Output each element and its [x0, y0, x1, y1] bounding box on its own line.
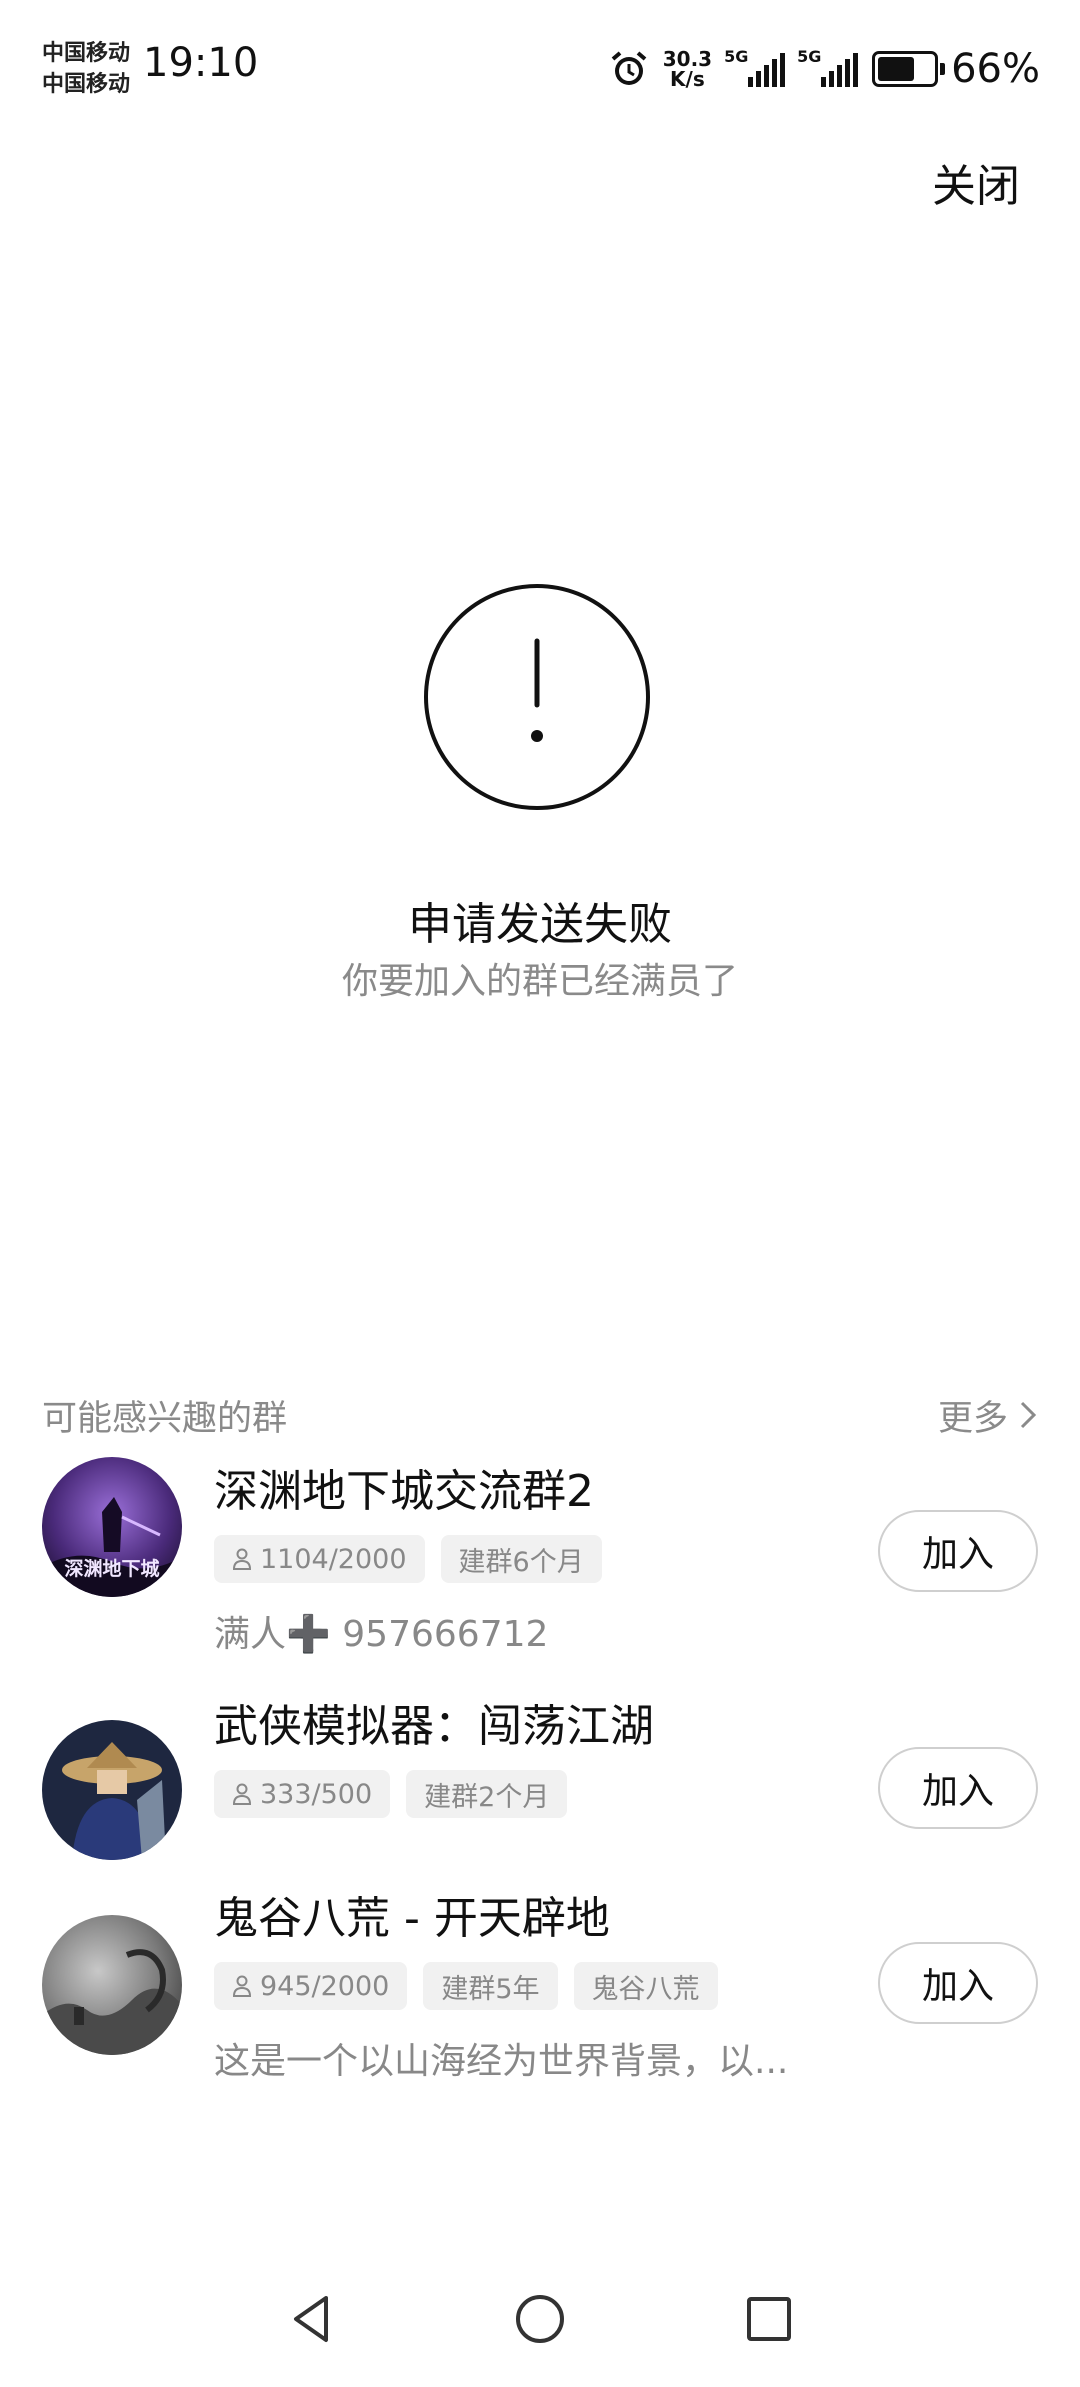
clock: 19:10: [143, 40, 259, 86]
group-item[interactable]: 武侠模拟器：闯荡江湖 333/500 建群2个月 加入: [0, 1690, 1080, 1860]
battery: 66%: [872, 46, 1040, 92]
net-speed-value: 30.3: [662, 47, 713, 71]
recommend-header: 可能感兴趣的群 更多: [42, 1385, 1038, 1445]
carrier-1: 中国移动: [42, 41, 131, 66]
group-avatar: [42, 1915, 182, 2055]
net-speed-unit: K/s: [670, 67, 705, 91]
member-count-tag: 945/2000: [214, 1962, 408, 2010]
group-age-tag: 建群2个月: [406, 1770, 568, 1818]
net-speed: 30.3 K/s: [663, 49, 712, 89]
group-category-tag: 鬼谷八荒: [573, 1962, 718, 2010]
member-count: 333/500: [260, 1778, 373, 1810]
status-bar: 中国移动 中国移动 19:10 30.3 K/s 5G 5G 66%: [0, 0, 1080, 140]
result-title: 申请发送失败: [408, 899, 672, 950]
section-title: 可能感兴趣的群: [42, 1398, 288, 1439]
group-tags: 945/2000 建群5年 鬼谷八荒: [214, 1962, 788, 2010]
group-description: 这是一个以山海经为世界背景，以...: [214, 2041, 789, 2082]
group-item[interactable]: 鬼谷八荒 - 开天辟地 945/2000 建群5年 鬼谷八荒 这是一个以山海经为…: [0, 1882, 1080, 2092]
group-age-tag: 建群5年: [423, 1962, 558, 2010]
recents-square-icon[interactable]: [734, 2284, 804, 2354]
person-icon: [232, 1975, 252, 1997]
group-info: 鬼谷八荒 - 开天辟地 945/2000 建群5年 鬼谷八荒 这是一个以山海经为…: [214, 1882, 788, 2084]
back-triangle-icon[interactable]: [276, 2284, 346, 2354]
join-button[interactable]: 加入: [878, 1942, 1038, 2024]
battery-percent: 66%: [951, 46, 1040, 92]
group-info: 武侠模拟器：闯荡江湖 333/500 建群2个月: [214, 1690, 654, 1818]
group-avatar: 深渊地下城: [42, 1457, 182, 1597]
group-tags: 1104/2000 建群6个月: [214, 1535, 602, 1583]
more-label: 更多: [937, 1398, 1008, 1439]
navigation-bar: [0, 2270, 1080, 2387]
member-count: 945/2000: [260, 1970, 390, 2002]
home-circle-icon[interactable]: [505, 2284, 575, 2354]
group-info: 深渊地下城交流群2 1104/2000 建群6个月 满人➕ 957666712: [214, 1455, 602, 1657]
group-item[interactable]: 深渊地下城 深渊地下城交流群2 1104/2000 建群6个月 满人➕ 9576…: [0, 1455, 1080, 1655]
battery-icon: [872, 51, 939, 87]
carrier-labels: 中国移动 中国移动: [42, 38, 130, 100]
group-description: 满人➕ 957666712: [214, 1614, 549, 1655]
result-subtitle: 你要加入的群已经满员了: [341, 961, 738, 1002]
group-name: 深渊地下城交流群2: [214, 1466, 594, 1517]
signal-icon-2: 5G: [797, 47, 859, 87]
group-name: 武侠模拟器：闯荡江湖: [214, 1701, 654, 1752]
avatar-logo-text: 深渊地下城: [64, 1557, 159, 1580]
join-button[interactable]: 加入: [878, 1747, 1038, 1829]
status-icons: 30.3 K/s 5G 5G 66%: [609, 44, 1040, 94]
network-type-1: 5G: [724, 47, 749, 66]
member-count-tag: 1104/2000: [214, 1535, 425, 1583]
signal-icon-1: 5G: [724, 47, 786, 87]
more-link[interactable]: 更多: [938, 1390, 1038, 1441]
close-button[interactable]: 关闭: [932, 150, 1020, 214]
alarm-icon: [611, 51, 647, 85]
person-icon: [232, 1548, 252, 1570]
carrier-2: 中国移动: [42, 72, 131, 97]
person-icon: [232, 1783, 252, 1805]
exclamation-circle-icon: [424, 584, 650, 810]
chevron-right-icon: [1020, 1401, 1037, 1429]
join-button[interactable]: 加入: [878, 1510, 1038, 1592]
group-tags: 333/500 建群2个月: [214, 1770, 654, 1818]
network-type-2: 5G: [797, 47, 822, 66]
group-name: 鬼谷八荒 - 开天辟地: [214, 1893, 610, 1944]
group-age-tag: 建群6个月: [440, 1535, 602, 1583]
group-avatar: [42, 1720, 182, 1860]
member-count-tag: 333/500: [214, 1770, 391, 1818]
member-count: 1104/2000: [260, 1543, 407, 1575]
